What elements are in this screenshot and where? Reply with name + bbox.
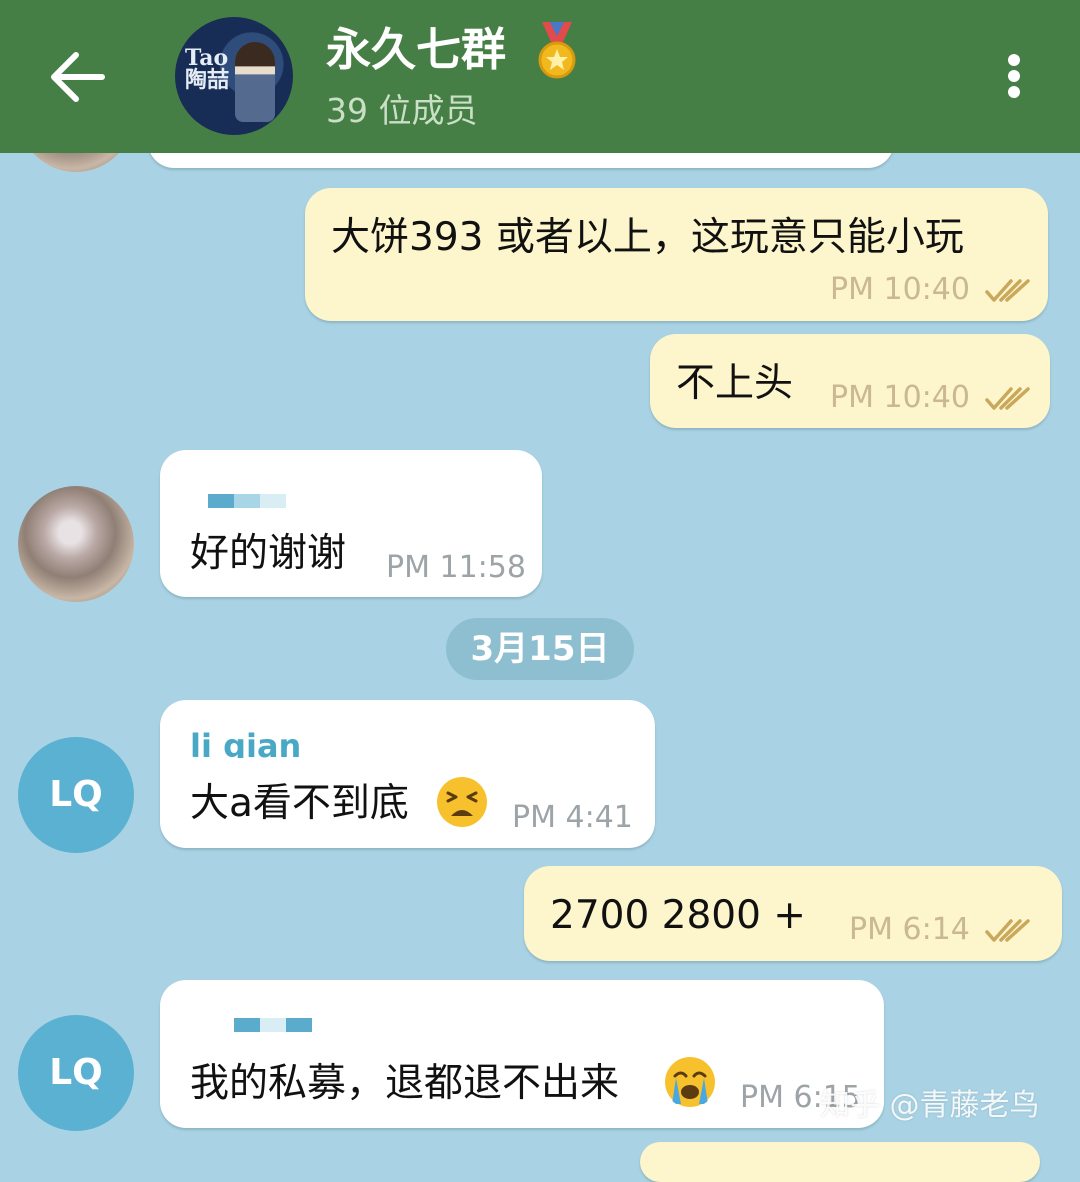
- message-text: 我的私募，退都退不出来: [190, 1061, 620, 1106]
- group-avatar[interactable]: Tao 陶喆: [175, 17, 293, 135]
- message-text: 不上头: [676, 361, 794, 406]
- message-bubble-outgoing[interactable]: 2700 2800 + PM 6:14: [524, 866, 1062, 961]
- sender-name-redacted: [260, 494, 286, 508]
- message-bubble-incoming[interactable]: 我的私募，退都退不出来 PM 6:15: [160, 980, 884, 1128]
- message-time: PM 10:40: [830, 380, 970, 415]
- sender-name-redacted: [286, 1018, 312, 1032]
- message-text: 大a看不到底: [190, 781, 409, 826]
- sender-name-redacted: [208, 494, 234, 508]
- sender-name-redacted: [234, 1018, 260, 1032]
- tired-face-emoji: [437, 777, 487, 827]
- more-vertical-icon-dot: [1008, 86, 1020, 98]
- date-separator: 3月15日: [446, 618, 634, 680]
- group-title[interactable]: 永久七群: [326, 20, 506, 80]
- message-time: PM 11:58: [386, 550, 526, 585]
- double-check-icon: [985, 387, 1030, 410]
- watermark: 知乎 @青藤老鸟: [820, 1088, 1040, 1123]
- message-bubble-incoming[interactable]: 好的谢谢 PM 11:58: [160, 450, 542, 597]
- message-text: 大饼393 或者以上，这玩意只能小玩: [331, 215, 964, 260]
- message-bubble-incoming[interactable]: li qian 大a看不到底 PM 4:41: [160, 700, 655, 848]
- medal-icon: [538, 22, 576, 79]
- member-count: 39 位成员: [326, 91, 478, 130]
- message-bubble-partial[interactable]: [640, 1142, 1040, 1182]
- avatar[interactable]: LQ: [18, 1015, 134, 1131]
- chat-header: Tao 陶喆 永久七群 39 位成员: [0, 0, 1080, 153]
- avatar[interactable]: [18, 486, 134, 602]
- loudly-crying-face-emoji: [665, 1057, 715, 1107]
- message-time: PM 6:14: [849, 912, 970, 947]
- more-menu-button[interactable]: [1000, 52, 1028, 100]
- double-check-icon: [985, 919, 1030, 942]
- more-vertical-icon: [1008, 54, 1020, 66]
- message-bubble-outgoing[interactable]: 大饼393 或者以上，这玩意只能小玩 PM 10:40: [305, 188, 1048, 321]
- message-text: 2700 2800 +: [550, 893, 806, 938]
- more-vertical-icon-dot: [1008, 70, 1020, 82]
- message-time: PM 4:41: [512, 800, 633, 835]
- message-bubble-outgoing[interactable]: 不上头 PM 10:40: [650, 334, 1050, 428]
- group-avatar-text: Tao 陶喆: [185, 45, 230, 93]
- avatar-figure: [235, 42, 275, 122]
- sender-name-redacted: [260, 1018, 286, 1032]
- message-text: 好的谢谢: [190, 531, 347, 576]
- double-check-icon: [985, 279, 1030, 302]
- sender-name[interactable]: li qian: [190, 730, 301, 758]
- sender-name-redacted: [234, 494, 260, 508]
- avatar[interactable]: LQ: [18, 737, 134, 853]
- message-time: PM 10:40: [830, 272, 970, 307]
- back-arrow-icon[interactable]: [48, 50, 106, 104]
